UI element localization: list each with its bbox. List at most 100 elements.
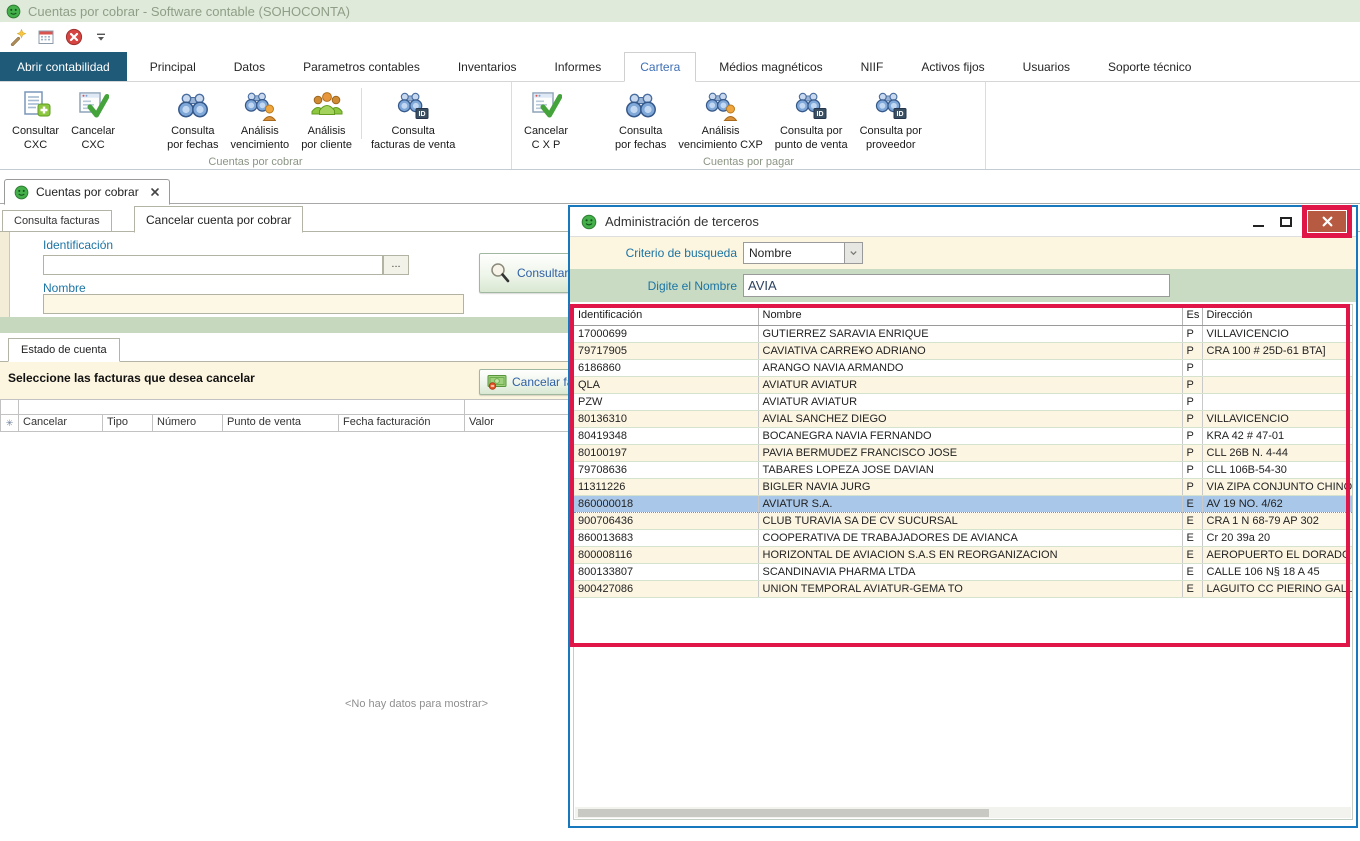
terceros-cell[interactable]: 80100197 bbox=[574, 444, 758, 461]
terceros-cell[interactable]: 17000699 bbox=[574, 325, 758, 342]
terceros-cell[interactable]: P bbox=[1182, 342, 1202, 359]
terceros-row[interactable]: 79717905CAVIATIVA CARRE¥O ADRIANOPCRA 10… bbox=[574, 342, 1352, 359]
column-header-punto-de-venta[interactable]: Punto de venta bbox=[223, 415, 339, 432]
column-header-es[interactable]: Es bbox=[1182, 305, 1202, 325]
terceros-row[interactable]: 11311226BIGLER NAVIA JURGPVIA ZIPA CONJU… bbox=[574, 478, 1352, 495]
dialog-close-button[interactable] bbox=[1307, 210, 1347, 233]
terceros-cell[interactable]: ARANGO NAVIA ARMANDO bbox=[758, 359, 1182, 376]
terceros-cell[interactable]: P bbox=[1182, 461, 1202, 478]
terceros-row[interactable]: 860013683COOPERATIVA DE TRABAJADORES DE … bbox=[574, 529, 1352, 546]
terceros-cell[interactable]: P bbox=[1182, 410, 1202, 427]
column-header-numero[interactable]: Número bbox=[153, 415, 223, 432]
terceros-cell[interactable]: CALLE 106 N§ 18 A 45 bbox=[1202, 563, 1352, 580]
terceros-row[interactable]: 800008116HORIZONTAL DE AVIACION S.A.S EN… bbox=[574, 546, 1352, 563]
identificacion-input[interactable] bbox=[43, 255, 383, 275]
column-header-direccion[interactable]: Dirección bbox=[1202, 305, 1352, 325]
calendar-icon[interactable] bbox=[37, 28, 55, 46]
column-header-valor[interactable]: Valor bbox=[465, 415, 568, 432]
terceros-cell[interactable]: 900427086 bbox=[574, 580, 758, 597]
terceros-cell[interactable]: SCANDINAVIA PHARMA LTDA bbox=[758, 563, 1182, 580]
close-tab-icon[interactable] bbox=[150, 187, 160, 197]
terceros-cell[interactable]: E bbox=[1182, 495, 1202, 512]
terceros-cell[interactable]: P bbox=[1182, 359, 1202, 376]
terceros-row[interactable]: PZWAVIATUR AVIATURP bbox=[574, 393, 1352, 410]
terceros-cell[interactable]: 80136310 bbox=[574, 410, 758, 427]
consulta-por-fechas-cxp-button[interactable]: Consulta por fechas bbox=[609, 84, 672, 153]
terceros-cell[interactable]: CAVIATIVA CARRE¥O ADRIANO bbox=[758, 342, 1182, 359]
terceros-row[interactable]: QLAAVIATUR AVIATURP bbox=[574, 376, 1352, 393]
terceros-cell[interactable]: 6186860 bbox=[574, 359, 758, 376]
horizontal-scrollbar[interactable] bbox=[575, 807, 1351, 818]
column-header-identificacion[interactable]: Identificación bbox=[574, 305, 758, 325]
terceros-cell[interactable]: TABARES LOPEZA JOSE DAVIAN bbox=[758, 461, 1182, 478]
terceros-cell[interactable]: CRA 1 N 68-79 AP 302 bbox=[1202, 512, 1352, 529]
terceros-row[interactable]: 900427086UNION TEMPORAL AVIATUR-GEMA TOE… bbox=[574, 580, 1352, 597]
terceros-cell[interactable]: 860000018 bbox=[574, 495, 758, 512]
terceros-cell[interactable]: LAGUITO CC PIERINO GALL bbox=[1202, 580, 1352, 597]
minimize-icon[interactable] bbox=[1253, 225, 1264, 227]
terceros-row[interactable]: 79708636TABARES LOPEZA JOSE DAVIANPCLL 1… bbox=[574, 461, 1352, 478]
ribbon-tab-medios-magneticos[interactable]: Médios magnéticos bbox=[704, 52, 837, 81]
terceros-cell[interactable]: E bbox=[1182, 563, 1202, 580]
terceros-cell[interactable]: PZW bbox=[574, 393, 758, 410]
nombre-search-input[interactable] bbox=[743, 274, 1170, 297]
ribbon-tab-cartera[interactable]: Cartera bbox=[624, 52, 696, 82]
ribbon-tab-inventarios[interactable]: Inventarios bbox=[443, 52, 532, 81]
document-tab-cuentas-por-cobrar[interactable]: Cuentas por cobrar bbox=[4, 179, 170, 205]
terceros-cell[interactable]: 79717905 bbox=[574, 342, 758, 359]
terceros-cell[interactable]: E bbox=[1182, 512, 1202, 529]
terceros-row[interactable]: 17000699GUTIERREZ SARAVIA ENRIQUEPVILLAV… bbox=[574, 325, 1352, 342]
chevron-down-icon[interactable] bbox=[844, 243, 862, 263]
cancelar-cxc-button[interactable]: Cancelar CXC bbox=[65, 84, 121, 153]
terceros-cell[interactable]: Cr 20 39a 20 bbox=[1202, 529, 1352, 546]
ribbon-tab-niif[interactable]: NIIF bbox=[846, 52, 899, 81]
column-header-fecha-facturacion[interactable]: Fecha facturación bbox=[339, 415, 465, 432]
terceros-cell[interactable]: AV 19 NO. 4/62 bbox=[1202, 495, 1352, 512]
terceros-cell[interactable]: P bbox=[1182, 393, 1202, 410]
terceros-cell[interactable]: KRA 42 # 47-01 bbox=[1202, 427, 1352, 444]
ribbon-tab-activos-fijos[interactable]: Activos fijos bbox=[906, 52, 999, 81]
ribbon-tab-datos[interactable]: Datos bbox=[219, 52, 280, 81]
terceros-cell[interactable]: P bbox=[1182, 478, 1202, 495]
terceros-cell[interactable]: VILLAVICENCIO bbox=[1202, 410, 1352, 427]
ribbon-tab-abrir-contabilidad[interactable]: Abrir contabilidad bbox=[0, 52, 127, 81]
analisis-vencimiento-button[interactable]: Análisis vencimiento bbox=[224, 84, 295, 153]
terceros-cell[interactable]: AVIATUR AVIATUR bbox=[758, 393, 1182, 410]
terceros-cell[interactable]: E bbox=[1182, 580, 1202, 597]
terceros-cell[interactable]: UNION TEMPORAL AVIATUR-GEMA TO bbox=[758, 580, 1182, 597]
terceros-cell[interactable]: BIGLER NAVIA JURG bbox=[758, 478, 1182, 495]
terceros-row[interactable]: 860000018AVIATUR S.A.EAV 19 NO. 4/62 bbox=[574, 495, 1352, 512]
cancel-icon[interactable] bbox=[65, 28, 83, 46]
terceros-cell[interactable] bbox=[1202, 359, 1352, 376]
tab-estado-de-cuenta[interactable]: Estado de cuenta bbox=[8, 338, 120, 362]
ribbon-tab-principal[interactable]: Principal bbox=[135, 52, 211, 81]
consultar-cxc-button[interactable]: Consultar CXC bbox=[6, 84, 65, 153]
ribbon-tab-soporte-tecnico[interactable]: Soporte técnico bbox=[1093, 52, 1206, 81]
terceros-cell[interactable]: 80419348 bbox=[574, 427, 758, 444]
terceros-cell[interactable] bbox=[1202, 376, 1352, 393]
terceros-row[interactable]: 900706436CLUB TURAVIA SA DE CV SUCURSALE… bbox=[574, 512, 1352, 529]
criterio-dropdown[interactable]: Nombre bbox=[743, 242, 863, 264]
terceros-cell[interactable]: P bbox=[1182, 325, 1202, 342]
terceros-row[interactable]: 6186860ARANGO NAVIA ARMANDOP bbox=[574, 359, 1352, 376]
terceros-cell[interactable]: 11311226 bbox=[574, 478, 758, 495]
terceros-cell[interactable]: AVIATUR AVIATUR bbox=[758, 376, 1182, 393]
terceros-row[interactable]: 80100197PAVIA BERMUDEZ FRANCISCO JOSEPCL… bbox=[574, 444, 1352, 461]
terceros-row[interactable]: 800133807SCANDINAVIA PHARMA LTDAECALLE 1… bbox=[574, 563, 1352, 580]
terceros-cell[interactable]: P bbox=[1182, 427, 1202, 444]
terceros-cell[interactable]: 900706436 bbox=[574, 512, 758, 529]
terceros-cell[interactable]: P bbox=[1182, 444, 1202, 461]
toolbar-overflow-icon[interactable] bbox=[95, 31, 107, 43]
terceros-cell[interactable]: CRA 100 # 25D-61 BTA] bbox=[1202, 342, 1352, 359]
terceros-cell[interactable]: GUTIERREZ SARAVIA ENRIQUE bbox=[758, 325, 1182, 342]
consulta-por-punto-de-venta-button[interactable]: ID Consulta por punto de venta bbox=[769, 84, 854, 153]
terceros-cell[interactable]: E bbox=[1182, 529, 1202, 546]
dialog-titlebar[interactable]: Administración de terceros bbox=[570, 207, 1356, 237]
terceros-row[interactable]: 80419348BOCANEGRA NAVIA FERNANDOPKRA 42 … bbox=[574, 427, 1352, 444]
terceros-cell[interactable]: CLL 106B-54-30 bbox=[1202, 461, 1352, 478]
terceros-cell[interactable]: PAVIA BERMUDEZ FRANCISCO JOSE bbox=[758, 444, 1182, 461]
consulta-facturas-de-venta-button[interactable]: ID Consulta facturas de venta bbox=[365, 84, 461, 153]
terceros-cell[interactable]: P bbox=[1182, 376, 1202, 393]
terceros-cell[interactable]: BOCANEGRA NAVIA FERNANDO bbox=[758, 427, 1182, 444]
terceros-cell[interactable] bbox=[1202, 393, 1352, 410]
